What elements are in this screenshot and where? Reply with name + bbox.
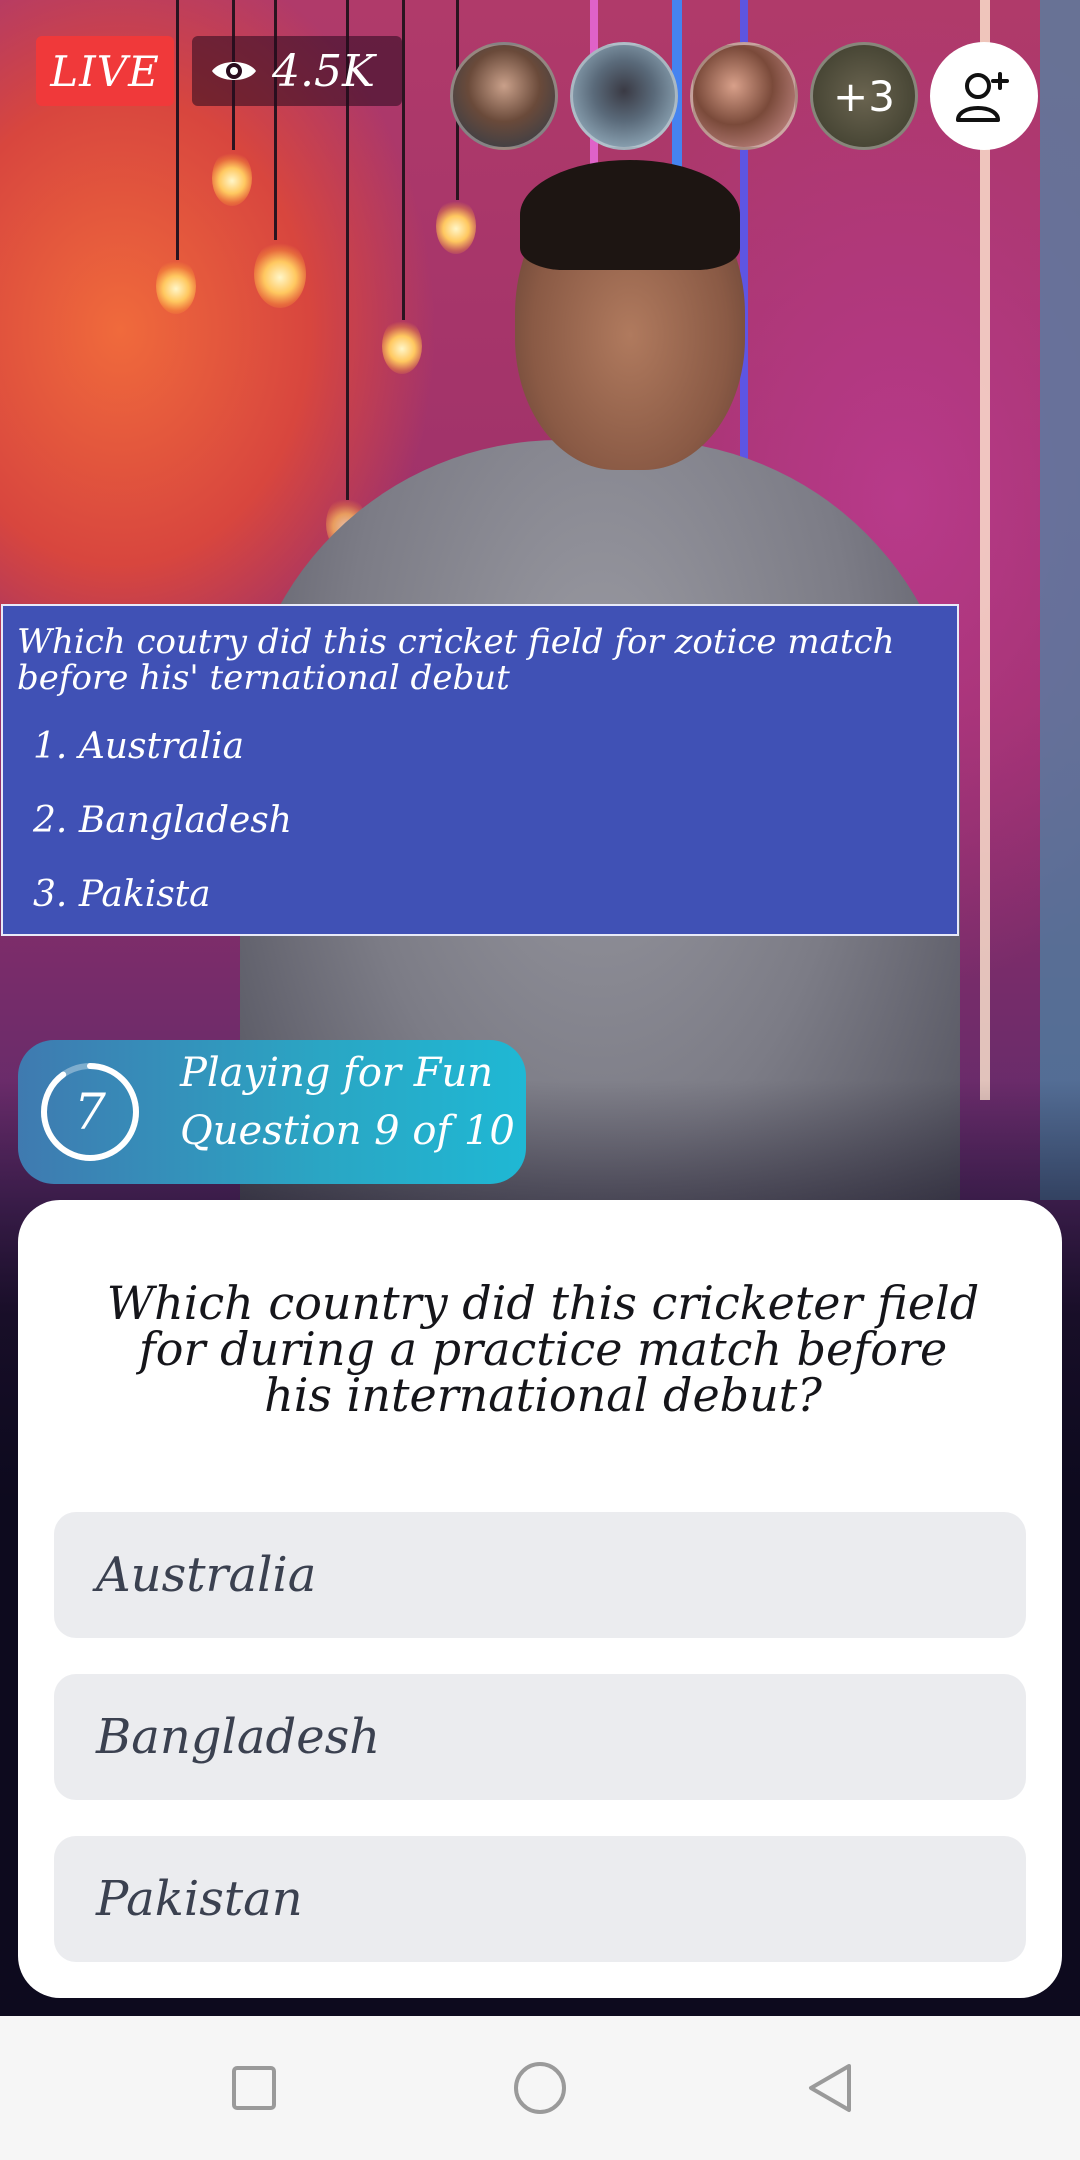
wall-panel	[1040, 0, 1080, 1200]
bulb-wire	[402, 0, 405, 320]
light-bulb	[382, 318, 422, 374]
light-bulb	[212, 150, 252, 206]
viewer-avatar[interactable]	[450, 42, 558, 150]
more-viewers-count: +3	[833, 71, 895, 121]
back-button[interactable]	[790, 2048, 870, 2128]
overlay-option-label: Bangladesh	[78, 800, 292, 841]
overlay-option-label: Pakista	[78, 874, 211, 915]
viewer-count: 4.5K	[192, 36, 402, 106]
overlay-option: 1. Australia	[33, 726, 244, 767]
overlay-option: 3. Pakista	[33, 874, 211, 915]
light-bulb	[156, 258, 196, 314]
viewer-avatar[interactable]	[570, 42, 678, 150]
overlay-option: 2. Bangladesh	[33, 800, 292, 841]
presenter-hair	[520, 160, 740, 270]
game-status-pill: 7 Playing for Fun Question 9 of 10	[18, 1040, 526, 1184]
bulb-wire	[176, 0, 179, 260]
add-friend-button[interactable]	[930, 42, 1038, 150]
answer-option-australia[interactable]: Australia	[54, 1512, 1026, 1638]
light-bulb	[254, 240, 306, 308]
system-navigation-bar	[0, 2016, 1080, 2160]
neon-stripe	[980, 0, 990, 1100]
game-mode-label: Playing for Fun	[180, 1050, 494, 1096]
home-button[interactable]	[500, 2048, 580, 2128]
answer-option-bangladesh[interactable]: Bangladesh	[54, 1674, 1026, 1800]
countdown-seconds: 7	[74, 1083, 106, 1141]
more-viewers-avatar[interactable]: +3	[810, 42, 918, 150]
add-user-icon	[956, 72, 1009, 122]
recents-button[interactable]	[214, 2048, 294, 2128]
light-bulb	[436, 198, 476, 254]
square-icon	[232, 2066, 276, 2110]
eye-icon	[212, 62, 256, 80]
question-progress-label: Question 9 of 10	[180, 1108, 515, 1154]
overlay-option-number: 1.	[33, 726, 68, 767]
card-question: Which country did this cricketer field f…	[106, 1276, 980, 1422]
broadcast-question-overlay: Which coutry did this cricket field for …	[1, 604, 959, 936]
answer-option-pakistan[interactable]: Pakistan	[54, 1836, 1026, 1962]
overlay-question: Which coutry did this cricket field for …	[17, 622, 895, 698]
answer-card: Which country did this cricketer field f…	[18, 1200, 1062, 1998]
overlay-option-number: 3.	[33, 874, 68, 915]
overlay-option-number: 2.	[33, 800, 68, 841]
viewer-avatar[interactable]	[690, 42, 798, 150]
triangle-back-icon	[809, 2064, 851, 2112]
overlay-option-label: Australia	[78, 726, 245, 767]
viewer-count-label: 4.5K	[272, 45, 375, 97]
circle-icon	[514, 2062, 566, 2114]
live-badge: LIVE	[36, 36, 174, 106]
